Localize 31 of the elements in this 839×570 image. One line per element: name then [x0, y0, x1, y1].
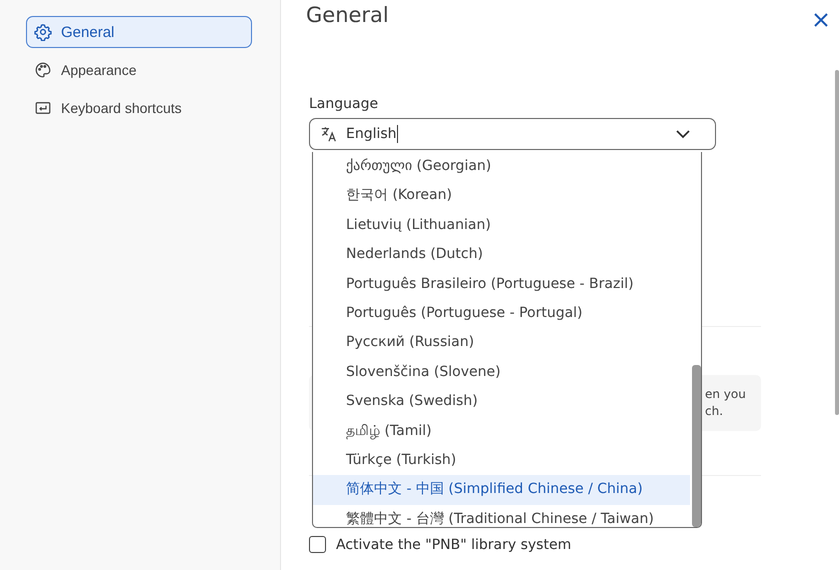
dropdown-option[interactable]: Nederlands (Dutch) — [313, 240, 690, 270]
language-select[interactable]: English — [309, 118, 716, 150]
dropdown-option[interactable]: Русский (Russian) — [313, 328, 690, 358]
dropdown-option[interactable]: தமிழ் (Tamil) — [313, 416, 690, 446]
input-value: English — [346, 126, 397, 142]
dropdown-option[interactable]: Português (Portuguese - Portugal) — [313, 298, 690, 328]
dropdown-option[interactable]: Slovenščina (Slovene) — [313, 358, 690, 388]
dropdown-option[interactable]: ქართული (Georgian) — [313, 152, 690, 182]
field-label: Language — [309, 96, 380, 112]
note-text: en you — [705, 386, 746, 403]
enter-key-icon — [34, 99, 52, 117]
page-title: General — [306, 3, 389, 27]
dropdown-option[interactable]: 한국어 (Korean) — [313, 181, 690, 211]
dropdown-option[interactable]: Svenska (Swedish) — [313, 387, 690, 417]
palette-icon — [34, 61, 52, 79]
dropdown-option[interactable]: Lietuvių (Lithuanian) — [313, 210, 690, 240]
checkbox[interactable] — [309, 536, 326, 553]
sidebar-item[interactable]: Appearance — [26, 54, 252, 86]
translate-icon — [320, 125, 338, 143]
settings-icon — [34, 23, 52, 41]
dropdown-option[interactable]: 简体中文 - 中国 (Simplified Chinese / China) — [313, 475, 690, 505]
dropdown-option[interactable]: Português Brasileiro (Portuguese - Brazil) — [313, 270, 690, 299]
dropdown-option[interactable]: 繁體中文 - 台灣 (Traditional Chinese / Taiwan) — [313, 504, 690, 527]
close-icon — [813, 12, 829, 28]
note-text: ch. — [705, 403, 724, 420]
dropdown-option[interactable]: Türkçe (Turkish) — [313, 446, 690, 476]
checkbox-label: Activate the "PNB" library system — [336, 536, 572, 552]
sidebar-item[interactable]: General — [26, 16, 252, 48]
scrollbar[interactable] — [835, 70, 839, 415]
sidebar-item[interactable]: Keyboard shortcuts — [26, 92, 252, 124]
scrollbar[interactable] — [692, 365, 701, 527]
